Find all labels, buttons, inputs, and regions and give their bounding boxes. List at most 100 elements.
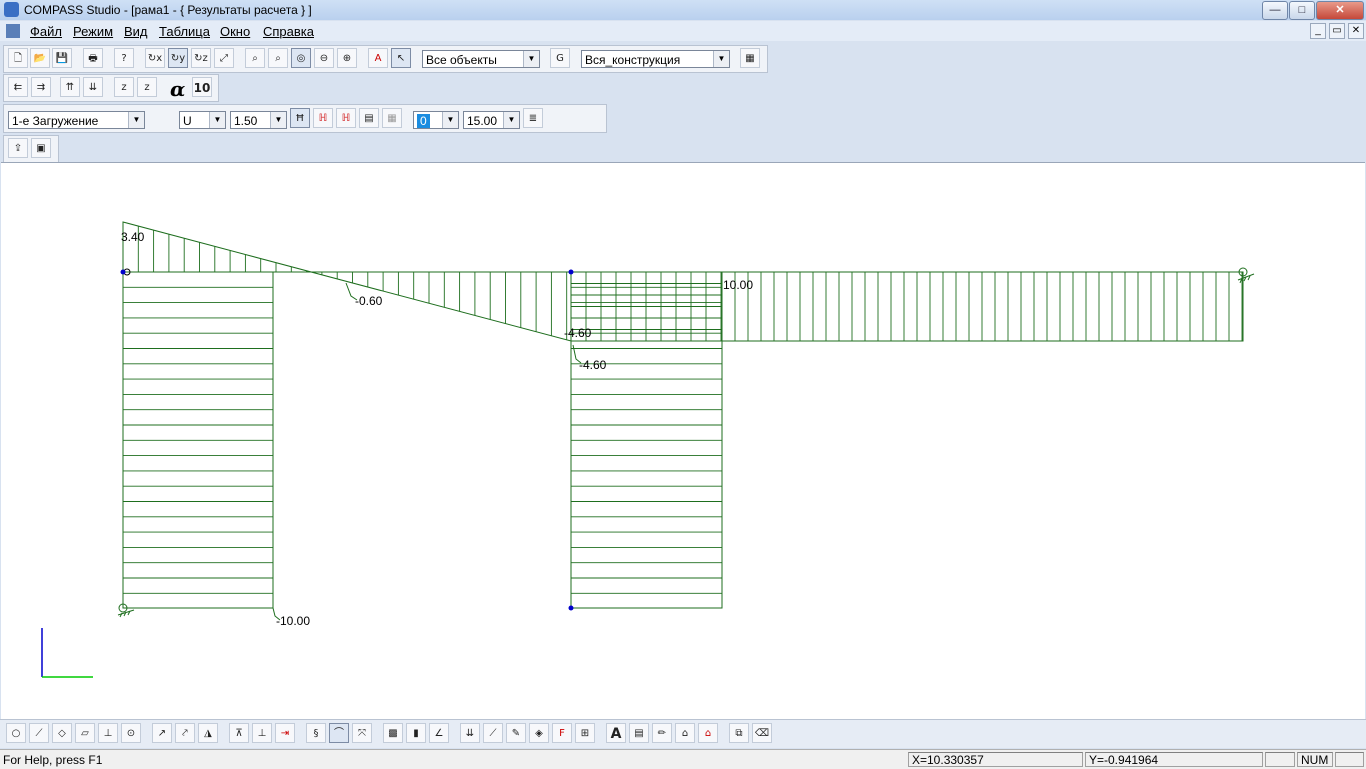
table-tool-icon[interactable]: ▤ <box>629 723 649 743</box>
close-button[interactable]: ✕ <box>1316 1 1364 20</box>
rotate-y-icon[interactable]: ↻y <box>168 48 188 68</box>
diagram-hatch-icon[interactable]: Ħ <box>290 108 310 128</box>
zoom-icon[interactable]: ⌕ <box>245 48 265 68</box>
doc-restore-button[interactable]: ▭ <box>1329 23 1345 39</box>
copy-view-icon[interactable]: ⧉ <box>729 723 749 743</box>
bar-forces-icon[interactable]: ⟋ <box>483 723 503 743</box>
chevron-down-icon[interactable]: ▼ <box>503 112 519 128</box>
diagram-values-icon[interactable]: ℍ <box>313 108 333 128</box>
node-number-icon[interactable]: ⊙ <box>121 723 141 743</box>
load-tool-icon[interactable]: ⇥ <box>275 723 295 743</box>
font-size-box[interactable]: 10 <box>192 77 212 97</box>
construction-select[interactable]: Вся_конструкция ▼ <box>581 50 730 68</box>
left-beam-diagram <box>122 221 572 342</box>
bar-tool-icon[interactable]: ⟋ <box>29 723 49 743</box>
move-y-down-icon[interactable]: ⇊ <box>83 77 103 97</box>
print-icon[interactable]: 🖶 <box>83 48 103 68</box>
chevron-down-icon[interactable]: ▼ <box>209 112 225 128</box>
chevron-down-icon[interactable]: ▼ <box>523 51 539 67</box>
text-color-icon[interactable]: A <box>368 48 388 68</box>
color-select[interactable]: 0 ▼ <box>413 111 459 129</box>
objects-filter-select[interactable]: Все объекты ▼ <box>422 50 540 68</box>
menu-mode[interactable]: Режим <box>73 24 113 39</box>
chevron-down-icon[interactable]: ▼ <box>270 112 286 128</box>
move-x-left-icon[interactable]: ⇇ <box>8 77 28 97</box>
doc-minimize-button[interactable]: _ <box>1310 23 1326 39</box>
plate-tool-icon[interactable]: ◇ <box>52 723 72 743</box>
zoom-fit-icon[interactable]: ◎ <box>291 48 311 68</box>
value-label: 10.00 <box>723 278 753 292</box>
rotate-x-icon[interactable]: ↻x <box>145 48 165 68</box>
chevron-down-icon[interactable]: ▼ <box>128 112 144 128</box>
menu-file[interactable]: Файл <box>30 24 62 39</box>
node[interactable] <box>568 605 574 611</box>
move-x-right-icon[interactable]: ⇉ <box>31 77 51 97</box>
diagram-table-icon[interactable]: ▤ <box>359 108 379 128</box>
solid-tool-icon[interactable]: ▱ <box>75 723 95 743</box>
group-icon[interactable]: G <box>550 48 570 68</box>
axes-tool-icon[interactable]: ⊥ <box>98 723 118 743</box>
menu-table[interactable]: Таблица <box>159 24 210 39</box>
bar-axes-icon[interactable]: ⤤ <box>175 723 195 743</box>
move-z-out-icon[interactable]: z <box>137 77 157 97</box>
material-icon[interactable]: ▩ <box>383 723 403 743</box>
minimize-button[interactable]: — <box>1262 1 1288 20</box>
load-case-select[interactable]: 1-е Загружение ▼ <box>8 111 145 129</box>
move-z-in-icon[interactable]: z <box>114 77 134 97</box>
drawing-canvas[interactable]: 3.40 -0.60 -4.60 -4.60 10.00 -10.00 <box>1 162 1365 719</box>
load-list-icon[interactable]: ⊞ <box>575 723 595 743</box>
menu-view[interactable]: Вид <box>124 24 148 39</box>
open-folder-icon[interactable]: 📂 <box>30 48 50 68</box>
doc-close-button[interactable]: ✕ <box>1348 23 1364 39</box>
select-arrow-icon[interactable]: ↖ <box>391 48 411 68</box>
eraser-icon[interactable]: ⌫ <box>752 723 772 743</box>
menu-help[interactable]: Справка <box>263 24 314 39</box>
rotate-axes-icon[interactable]: ⤢ <box>214 48 234 68</box>
save-icon[interactable]: 💾 <box>52 48 72 68</box>
new-file-icon[interactable]: 🗋 <box>8 48 28 68</box>
frame-delete-icon[interactable]: ⌂ <box>698 723 718 743</box>
alpha-icon[interactable]: α <box>170 77 185 101</box>
component-select[interactable]: U ▼ <box>179 111 226 129</box>
rigidity-icon[interactable]: ▮ <box>406 723 426 743</box>
node-tool-icon[interactable]: ○ <box>6 723 26 743</box>
edit-forces-icon[interactable]: ✎ <box>506 723 526 743</box>
context-help-icon[interactable]: ? <box>114 48 134 68</box>
diagram-hatching <box>123 226 1243 594</box>
node[interactable] <box>568 269 574 275</box>
maximize-button[interactable]: □ <box>1289 1 1315 20</box>
pencil-icon[interactable]: ✏ <box>652 723 672 743</box>
size-select[interactable]: 15.00 ▼ <box>463 111 520 129</box>
menu-window[interactable]: Окно <box>220 24 250 39</box>
load-values-icon[interactable]: F <box>552 723 572 743</box>
diagram-scale-icon[interactable]: ℍ <box>336 108 356 128</box>
move-y-up-icon[interactable]: ⇈ <box>60 77 80 97</box>
angle-icon[interactable]: ∠ <box>429 723 449 743</box>
displacement-icon[interactable]: ⤧ <box>352 723 372 743</box>
forces-icon[interactable]: ⇊ <box>460 723 480 743</box>
diagram-grid-icon[interactable]: ▦ <box>382 108 402 128</box>
plate-forces-icon[interactable]: ◈ <box>529 723 549 743</box>
properties-icon[interactable]: ▦ <box>740 48 760 68</box>
rotate-z-icon[interactable]: ↻z <box>191 48 211 68</box>
zoom-out-icon[interactable]: ⊖ <box>314 48 334 68</box>
node[interactable] <box>120 269 126 275</box>
deformation-icon[interactable]: ⌒ <box>329 723 349 743</box>
document-icon[interactable] <box>6 24 20 38</box>
section-tool-icon[interactable]: § <box>306 723 326 743</box>
support-tool-icon[interactable]: ⊼ <box>229 723 249 743</box>
scale-select[interactable]: 1.50 ▼ <box>230 111 287 129</box>
zoom-in-icon[interactable]: ⊕ <box>337 48 357 68</box>
frame-tool-icon[interactable]: ⌂ <box>675 723 695 743</box>
text-tool-icon[interactable]: A <box>606 723 626 743</box>
apply-settings-icon[interactable]: ≣ <box>523 108 543 128</box>
plate-axes-icon[interactable]: ◮ <box>198 723 218 743</box>
local-axes-icon[interactable]: ↗ <box>152 723 172 743</box>
chevron-down-icon[interactable]: ▼ <box>442 112 458 128</box>
zoom-window-icon[interactable]: ⌕ <box>268 48 288 68</box>
report-icon[interactable]: ▣ <box>31 138 51 158</box>
app-icon[interactable] <box>4 2 19 17</box>
hinge-tool-icon[interactable]: ⊥ <box>252 723 272 743</box>
export-icon[interactable]: ⇪ <box>8 138 28 158</box>
chevron-down-icon[interactable]: ▼ <box>713 51 729 67</box>
